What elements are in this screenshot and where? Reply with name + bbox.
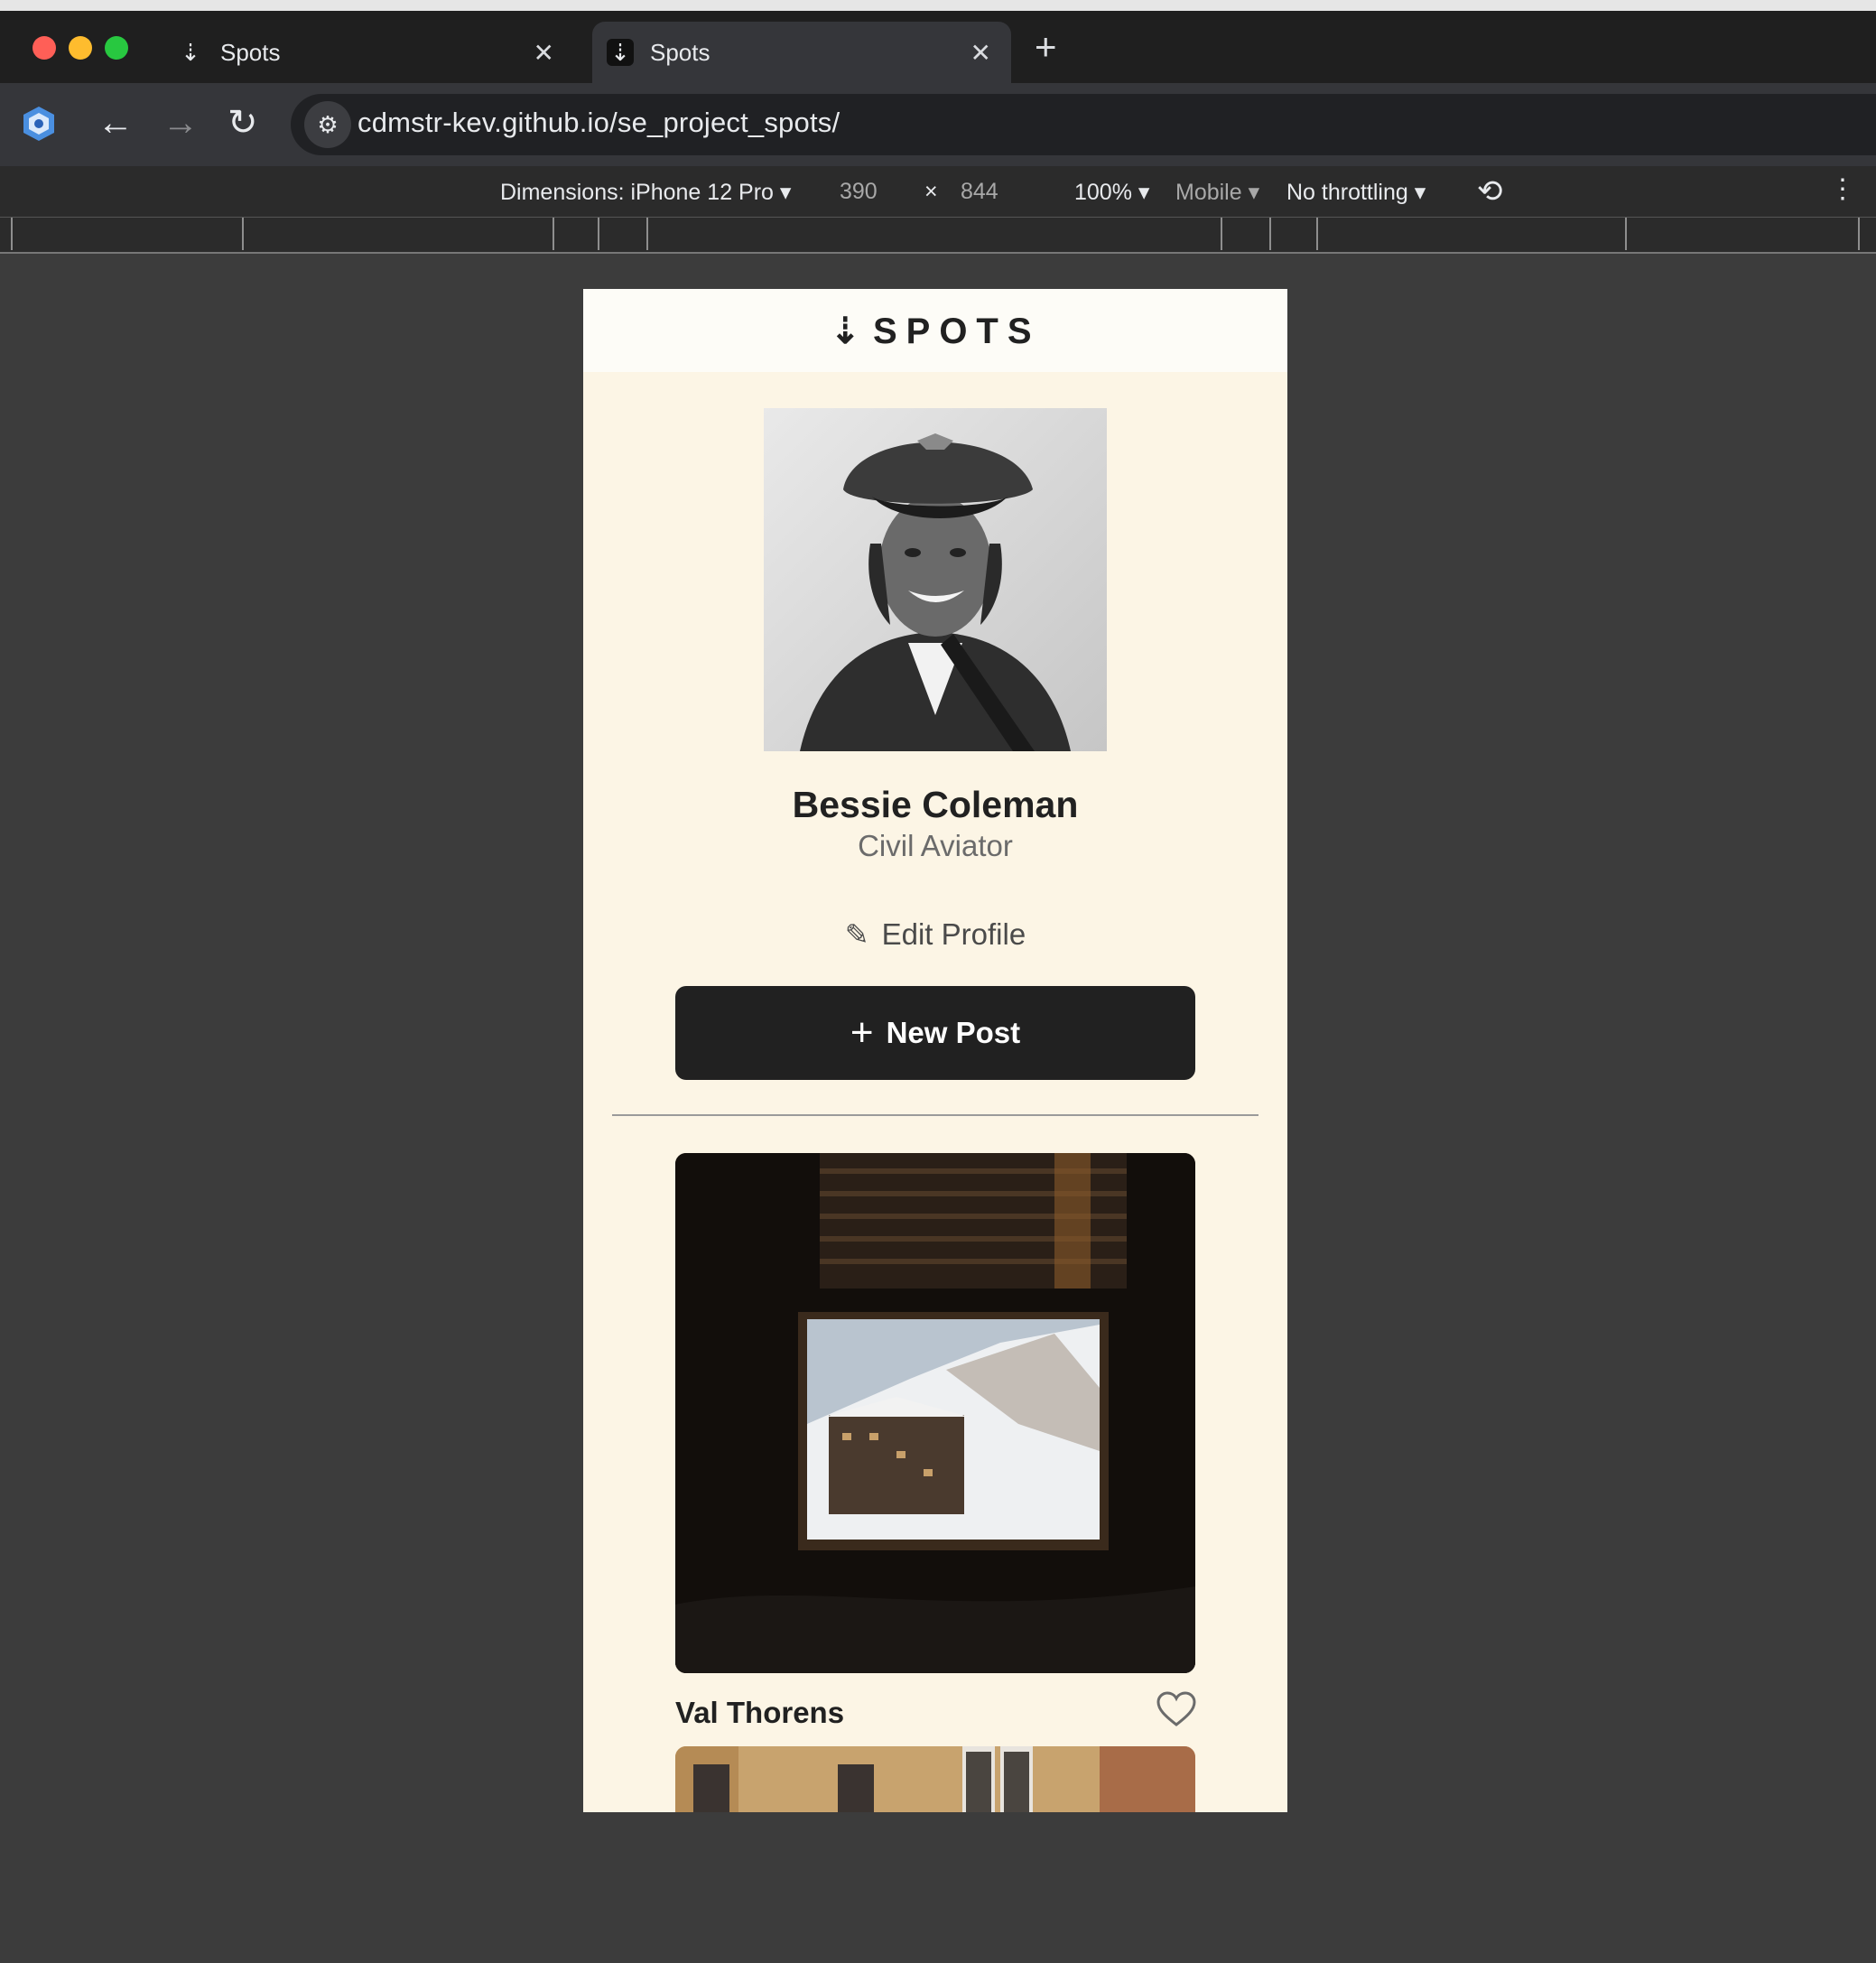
device-type-dropdown[interactable]: Mobile ▾ (1175, 179, 1259, 206)
logo-text: SPOTS (872, 312, 1041, 351)
more-options-icon[interactable]: ⋮ (1829, 173, 1856, 205)
reload-icon[interactable]: ↻ (228, 101, 258, 144)
heart-like-icon[interactable] (1156, 1690, 1197, 1728)
forward-arrow-icon[interactable]: → (163, 101, 199, 144)
tab-spots-1[interactable]: ⇣ Spots ✕ (159, 22, 574, 83)
page-header: ⇣ SPOTS (583, 289, 1287, 372)
profile-avatar (764, 408, 1107, 751)
section-divider (612, 1114, 1258, 1116)
device-toolbar: Dimensions: iPhone 12 Pro ▾ 390 × 844 10… (0, 166, 1876, 217)
window-edge (0, 0, 1876, 11)
edit-profile-button[interactable]: ✎ Edit Profile (583, 917, 1287, 952)
card-title: Val Thorens (675, 1696, 845, 1729)
extension-icon[interactable] (20, 105, 58, 143)
close-window-button[interactable] (33, 36, 56, 60)
pencil-icon: ✎ (844, 918, 869, 951)
tab-title: Spots (650, 38, 710, 66)
edit-profile-label: Edit Profile (881, 917, 1026, 951)
times-icon: × (924, 179, 938, 204)
dimensions-dropdown[interactable]: Dimensions: iPhone 12 Pro ▾ (500, 179, 791, 206)
media-query-ruler[interactable] (0, 217, 1876, 254)
card-image-next[interactable] (675, 1746, 1195, 1812)
card-image[interactable] (675, 1153, 1195, 1673)
height-input[interactable]: 844 (961, 179, 998, 205)
new-tab-button[interactable]: + (1035, 25, 1057, 69)
close-tab-icon[interactable]: ✕ (534, 38, 554, 68)
spots-favicon-icon: ⇣ (181, 38, 200, 66)
close-tab-icon[interactable]: ✕ (971, 38, 991, 68)
spots-logo: ⇣ SPOTS (583, 311, 1287, 352)
profile-name: Bessie Coleman (792, 784, 1079, 825)
zoom-dropdown[interactable]: 100% ▾ (1074, 179, 1149, 206)
spots-favicon-icon: ⇣ (607, 39, 634, 66)
new-post-label: New Post (886, 1016, 1021, 1049)
back-arrow-icon[interactable]: ← (98, 101, 134, 144)
site-settings-icon[interactable]: ⚙ (304, 101, 351, 148)
tab-title: Spots (220, 38, 281, 66)
plus-icon: + (850, 1010, 874, 1055)
new-post-button[interactable]: + New Post (675, 986, 1195, 1080)
logo-arrow-icon: ⇣ (830, 312, 860, 351)
minimize-window-button[interactable] (69, 36, 92, 60)
rotate-icon[interactable]: ⟲ (1477, 173, 1503, 209)
zoom-window-button[interactable] (105, 36, 128, 60)
tab-spots-2[interactable]: ⇣ Spots ✕ (592, 22, 1011, 83)
mobile-viewport: ⇣ SPOTS Bessie Coleman Civil Aviator ✎ Edi… (583, 289, 1287, 1812)
url-text[interactable]: cdmstr-kev.github.io/se_project_spots/ (358, 107, 840, 139)
profile-description: Civil Aviator (858, 829, 1013, 862)
width-input[interactable]: 390 (840, 179, 878, 205)
throttling-dropdown[interactable]: No throttling ▾ (1286, 179, 1426, 206)
